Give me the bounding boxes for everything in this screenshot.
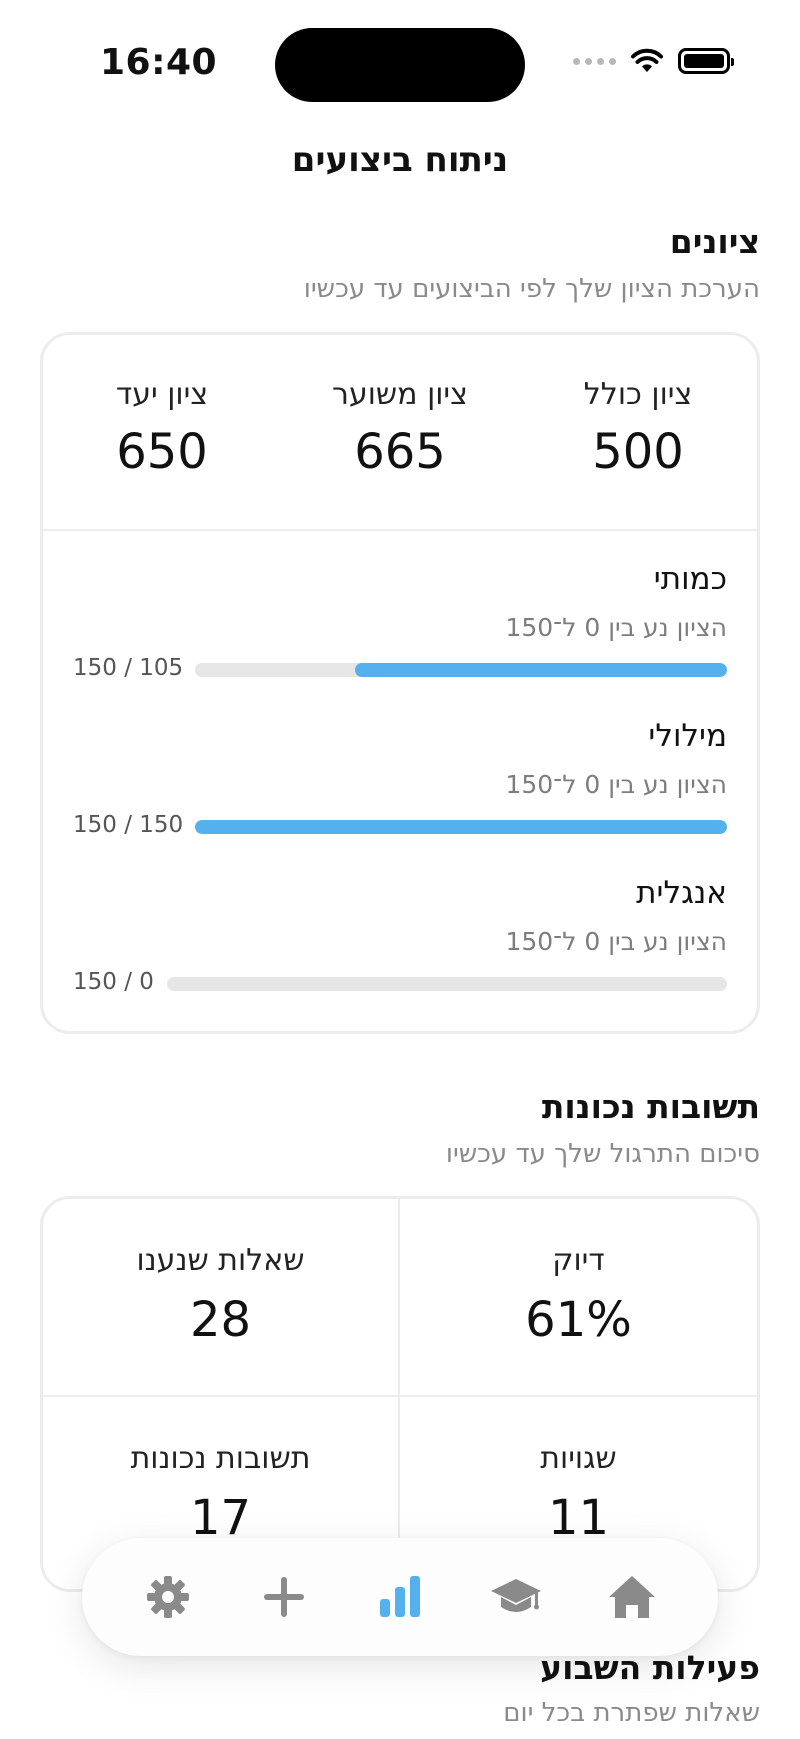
subject-range: הציון נע בין 0 ל־150 [505,927,727,956]
target-score: ציון יעד 650 [43,335,281,529]
accuracy-card: דיוק 61% שאלות שנענו 28 שגויות 11 תשובות… [40,1196,760,1592]
home-icon [609,1576,655,1618]
subject-name: מילולי [648,718,727,754]
total-score-value: 500 [592,424,684,480]
subject-english: אנגלית הציון נע בין 0 ל־150 150 / 0 [43,845,757,1002]
progress-track [195,820,727,834]
total-score-label: ציון כולל [583,377,693,412]
subject-count: 150 / 0 [73,969,154,995]
stat-accuracy: דיוק 61% [400,1199,757,1397]
scores-section-title: ציונים [669,222,760,261]
subject-quantitative: כמותי הציון נע בין 0 ל־150 150 / 105 [43,531,757,688]
stat-value: 28 [189,1292,252,1348]
tab-bar [82,1538,718,1656]
status-icons [573,48,734,74]
progress-track [167,977,727,991]
settings-icon [147,1576,189,1618]
subject-name: אנגלית [636,875,727,911]
graduation-cap-icon [491,1579,541,1612]
progress-fill [354,663,727,677]
stat-label: תשובות נכונות [130,1441,311,1476]
subject-count: 150 / 105 [73,655,184,681]
performance-screen: 16:40 ניתוח ביצועים ציונים הערכת הציון ש… [0,0,800,1739]
stat-label: דיוק [552,1243,605,1278]
progress-fill [195,820,727,834]
estimated-score-value: 665 [354,424,446,480]
tab-settings[interactable] [128,1557,208,1637]
stat-label: שגויות [540,1441,617,1476]
scores-section-subtitle: הערכת הציון שלך לפי הביצועים עד עכשיו [303,274,760,304]
subject-name: כמותי [653,561,727,597]
weekly-section-subtitle: שאלות שפתרת בכל יום [503,1698,760,1728]
subject-verbal: מילולי הציון נע בין 0 ל־150 150 / 150 [43,688,757,845]
score-summary: ציון כולל 500 ציון משוער 665 ציון יעד 65… [43,335,757,531]
subject-count: 150 / 150 [73,812,184,838]
dynamic-island [275,28,525,102]
accuracy-section-title: תשובות נכונות [541,1087,760,1126]
total-score: ציון כולל 500 [519,335,757,529]
stat-answered: שאלות שנענו 28 [43,1199,400,1397]
stat-label: שאלות שנענו [136,1243,305,1278]
stat-value: 61% [525,1292,632,1348]
signal-icon [573,57,616,65]
scores-card: ציון כולל 500 ציון משוער 665 ציון יעד 65… [40,332,760,1034]
wifi-icon [631,48,663,72]
tab-stats[interactable] [360,1557,440,1637]
status-time: 16:40 [100,42,218,83]
tab-learn[interactable] [476,1557,556,1637]
page-title: ניתוח ביצועים [291,140,509,180]
target-score-label: ציון יעד [115,377,209,412]
plus-icon [264,1577,304,1617]
subject-range: הציון נע בין 0 ל־150 [505,613,727,642]
battery-icon [678,48,734,74]
estimated-score: ציון משוער 665 [281,335,519,529]
target-score-value: 650 [116,424,208,480]
stats-icon [380,1576,420,1617]
progress-track [195,663,727,677]
estimated-score-label: ציון משוער [332,377,468,412]
accuracy-section-subtitle: סיכום התרגול שלך עד עכשיו [445,1139,760,1169]
tab-home[interactable] [592,1557,672,1637]
subject-range: הציון נע בין 0 ל־150 [505,770,727,799]
tab-add[interactable] [244,1557,324,1637]
